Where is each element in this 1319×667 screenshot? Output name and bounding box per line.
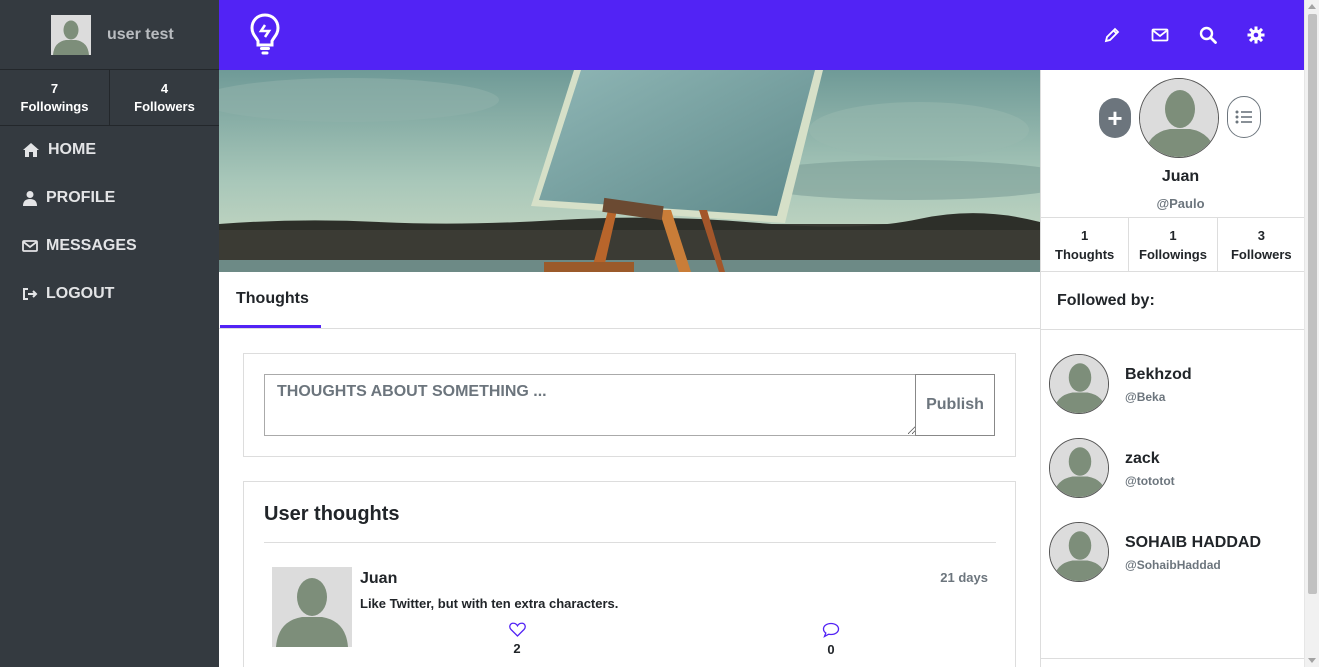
nav-label: MESSAGES	[46, 237, 137, 254]
stat-label: Followers	[134, 98, 195, 114]
search-icon	[1199, 26, 1217, 44]
followed-by-title: Followed by:	[1057, 292, 1155, 309]
comment-button[interactable]: 0	[816, 622, 846, 657]
avatar[interactable]	[1049, 438, 1109, 498]
profile-stat-followers[interactable]: 3 Followers	[1216, 218, 1305, 271]
sidebar-stats: 7 Followings 4 Followers	[0, 70, 219, 126]
heart-icon	[508, 622, 526, 637]
stat-label: Followers	[1230, 246, 1292, 262]
profile-stat-followings[interactable]: 1 Followings	[1128, 218, 1216, 271]
page-scrollbar[interactable]	[1304, 0, 1319, 667]
post-text: Like Twitter, but with ten extra charact…	[360, 596, 619, 611]
comment-icon	[822, 622, 840, 638]
home-icon	[23, 143, 39, 157]
nav-logout[interactable]: LOGOUT	[0, 270, 219, 318]
lightbulb-icon	[250, 13, 280, 55]
user-icon	[23, 191, 37, 206]
compose-card: Publish	[243, 353, 1016, 457]
sidebar-user[interactable]: user test	[0, 0, 219, 70]
sidebar-stat-followers[interactable]: 4 Followers	[109, 70, 219, 125]
follower-item[interactable]: Bekhzod @Beka	[1049, 354, 1299, 414]
follower-item[interactable]: SOHAIB HADDAD @SohaibHaddad	[1049, 522, 1299, 582]
nav-home[interactable]: HOME	[0, 126, 219, 174]
stat-label: Followings	[20, 98, 89, 114]
settings-button[interactable]	[1243, 22, 1269, 48]
sidebar-nav: HOME PROFILE MESSAGES LOGOUT	[0, 126, 219, 318]
topbar	[219, 0, 1304, 70]
compose-button[interactable]	[1099, 22, 1125, 48]
stat-count: 1	[1169, 227, 1177, 243]
nav-messages[interactable]: MESSAGES	[0, 222, 219, 270]
sidebar-stat-followings[interactable]: 7 Followings	[0, 70, 109, 125]
follow-button[interactable]: +	[1099, 98, 1131, 138]
default-avatar-icon	[1050, 523, 1108, 581]
user-thoughts-card: User thoughts Juan 21 days Like Twitter,…	[243, 481, 1016, 667]
publish-button[interactable]: Publish	[915, 374, 995, 436]
logout-icon	[23, 288, 38, 300]
like-count: 2	[513, 641, 521, 656]
tab-thoughts[interactable]: Thoughts	[220, 272, 321, 328]
default-avatar-icon	[51, 14, 91, 55]
user-thoughts-title: User thoughts	[264, 503, 400, 525]
avatar[interactable]	[1049, 354, 1109, 414]
messages-button[interactable]	[1147, 22, 1173, 48]
scroll-thumb[interactable]	[1308, 14, 1317, 594]
profile-name: Juan	[1161, 168, 1200, 185]
avatar[interactable]	[51, 14, 91, 55]
post-avatar[interactable]	[272, 567, 352, 647]
stat-count: 3	[1257, 227, 1265, 243]
logo[interactable]	[249, 12, 281, 61]
divider	[1041, 658, 1305, 659]
list-icon	[1235, 110, 1252, 124]
profile-panel: + Juan @Paulo 1 Thoughts 1 Followings 3 …	[1040, 70, 1305, 667]
scroll-down-arrow-icon[interactable]	[1308, 658, 1316, 663]
list-button[interactable]	[1227, 96, 1261, 138]
cover-picture	[219, 70, 1040, 272]
default-avatar-icon	[272, 567, 352, 647]
profile-tabs: Thoughts	[219, 272, 1040, 329]
follower-handle: @SohaibHaddad	[1125, 558, 1221, 572]
stat-count: 7	[50, 80, 59, 96]
thought-input[interactable]	[264, 374, 916, 436]
stat-label: Thoughts	[1055, 246, 1115, 262]
like-button[interactable]: 2	[502, 622, 532, 656]
follower-item[interactable]: zack @tototot	[1049, 438, 1299, 498]
nav-label: HOME	[48, 141, 96, 158]
gear-icon	[1247, 26, 1265, 44]
profile-avatar[interactable]	[1139, 78, 1219, 158]
envelope-icon	[22, 240, 38, 252]
nav-label: PROFILE	[46, 189, 116, 206]
profile-stats: 1 Thoughts 1 Followings 3 Followers	[1041, 217, 1305, 272]
default-avatar-icon	[1050, 439, 1108, 497]
follower-name[interactable]: Bekhzod	[1125, 366, 1192, 384]
follower-name[interactable]: SOHAIB HADDAD	[1125, 534, 1261, 552]
divider	[264, 542, 996, 543]
post-author[interactable]: Juan	[360, 570, 397, 588]
follower-handle: @tototot	[1125, 474, 1175, 488]
cover-image	[219, 70, 1040, 272]
scroll-up-arrow-icon[interactable]	[1308, 4, 1316, 9]
comment-count: 0	[827, 642, 835, 657]
follower-name[interactable]: zack	[1125, 450, 1160, 468]
nav-profile[interactable]: PROFILE	[0, 174, 219, 222]
divider	[1041, 329, 1305, 330]
default-avatar-icon	[1050, 355, 1108, 413]
app: user test 7 Followings 4 Followers HOME …	[0, 0, 1319, 667]
sidebar-user-name[interactable]: user test	[107, 26, 174, 44]
stat-label: Followings	[1139, 246, 1207, 262]
avatar[interactable]	[1049, 522, 1109, 582]
nav-label: LOGOUT	[46, 285, 115, 302]
stat-count: 4	[160, 80, 169, 96]
envelope-icon	[1151, 28, 1169, 42]
sidebar: user test 7 Followings 4 Followers HOME …	[0, 0, 219, 667]
follower-handle: @Beka	[1125, 390, 1166, 404]
pencil-icon	[1104, 27, 1120, 43]
post-time: 21 days	[940, 570, 988, 585]
profile-stat-thoughts[interactable]: 1 Thoughts	[1041, 218, 1128, 271]
default-avatar-icon	[1140, 79, 1218, 157]
stat-count: 1	[1081, 227, 1089, 243]
search-button[interactable]	[1195, 22, 1221, 48]
profile-handle: @Paulo	[1156, 196, 1205, 211]
plus-icon: +	[1107, 103, 1123, 133]
